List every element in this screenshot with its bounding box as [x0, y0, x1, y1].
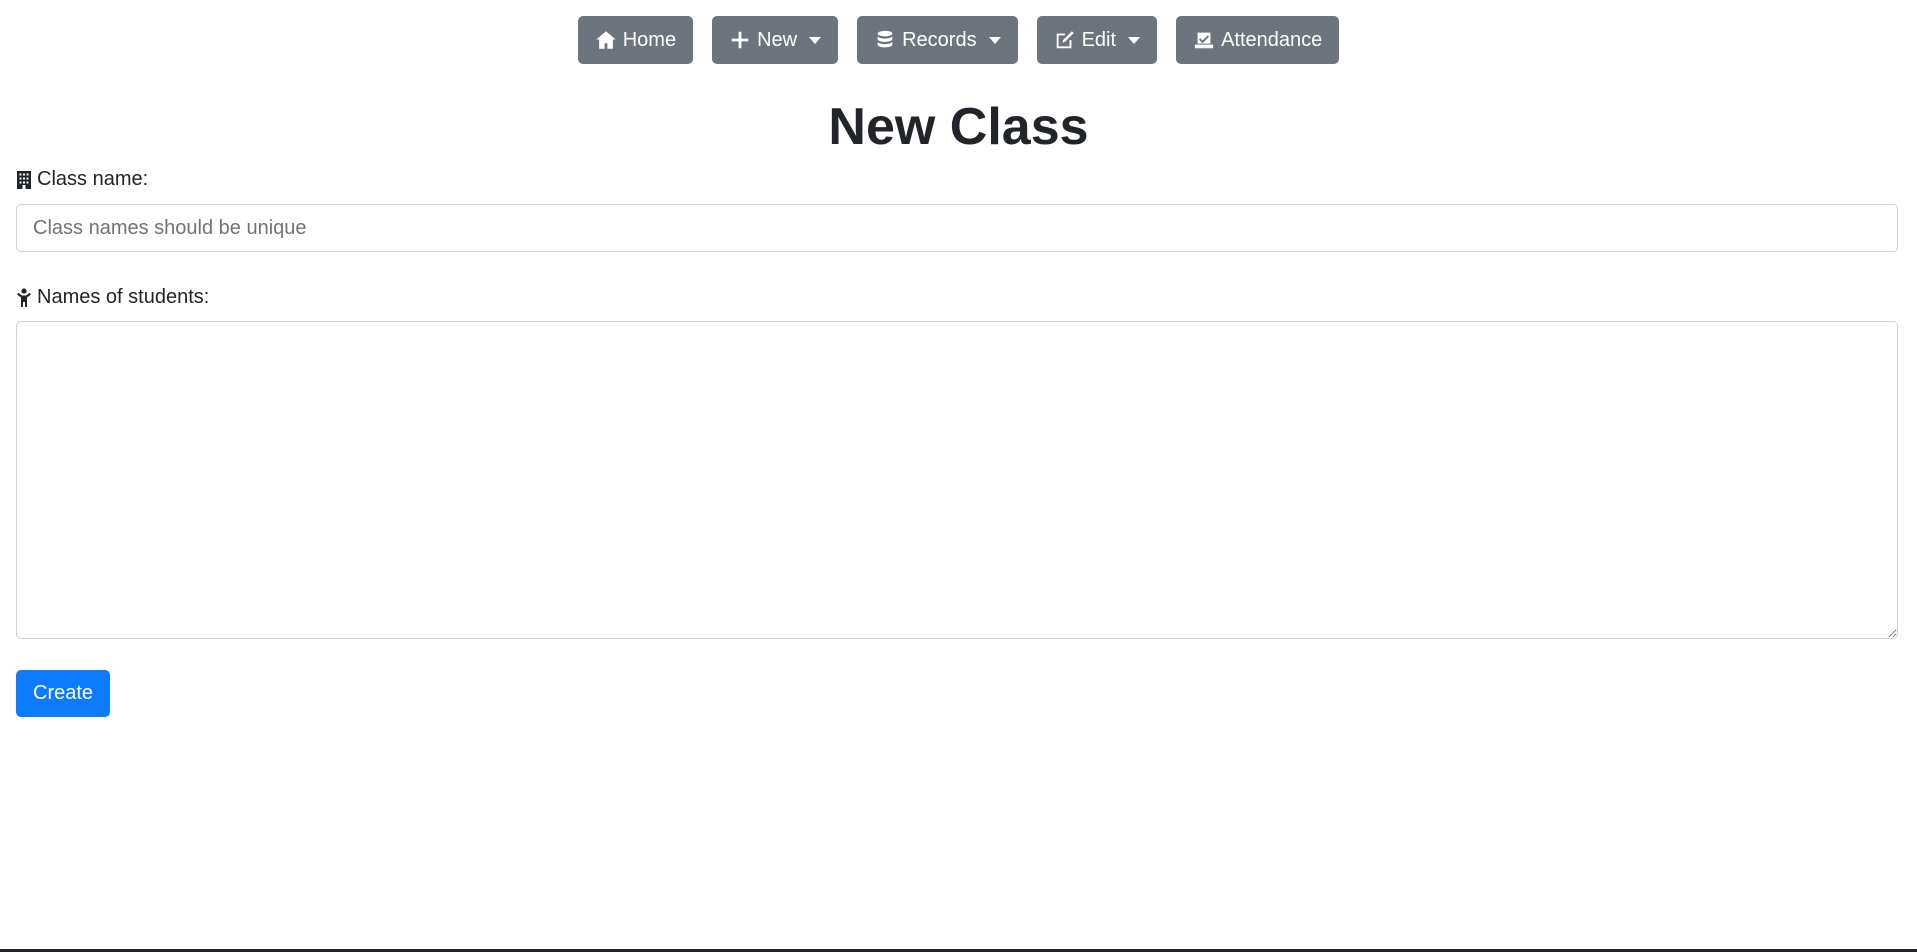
records-button-label: Records [902, 28, 977, 51]
plus-icon [731, 31, 749, 49]
edit-icon [1056, 31, 1074, 49]
attendance-check-icon [1194, 32, 1214, 49]
attendance-button[interactable]: Attendance [1176, 16, 1340, 64]
home-button[interactable]: Home [577, 16, 694, 64]
child-icon [17, 287, 31, 307]
edit-button-label: Edit [1081, 28, 1117, 51]
class-name-label-text: Class name: [37, 168, 149, 190]
attendance-button-label: Attendance [1221, 28, 1323, 51]
home-button-label: Home [622, 28, 677, 51]
top-nav: Home New Records Edit Attendance [0, 16, 1917, 64]
new-dropdown-button[interactable]: New [712, 16, 839, 64]
create-button[interactable]: Create [16, 670, 111, 717]
page-title: New Class [828, 98, 1089, 156]
class-name-label: Class name: [16, 168, 148, 191]
new-button-label: New [757, 28, 798, 51]
students-label-text: Names of students: [37, 286, 210, 308]
chevron-down-icon [988, 36, 1001, 44]
building-icon [17, 170, 31, 189]
students-textarea[interactable] [16, 321, 1898, 639]
records-dropdown-button[interactable]: Records [857, 16, 1018, 64]
chevron-down-icon [809, 36, 822, 44]
students-label: Names of students: [16, 286, 209, 309]
edit-dropdown-button[interactable]: Edit [1036, 16, 1158, 64]
page: Home New Records Edit Attendance New Cla… [0, 0, 1917, 952]
class-name-input[interactable] [16, 204, 1898, 252]
home-icon [596, 31, 616, 49]
chevron-down-icon [1128, 36, 1141, 44]
database-icon [877, 30, 893, 48]
